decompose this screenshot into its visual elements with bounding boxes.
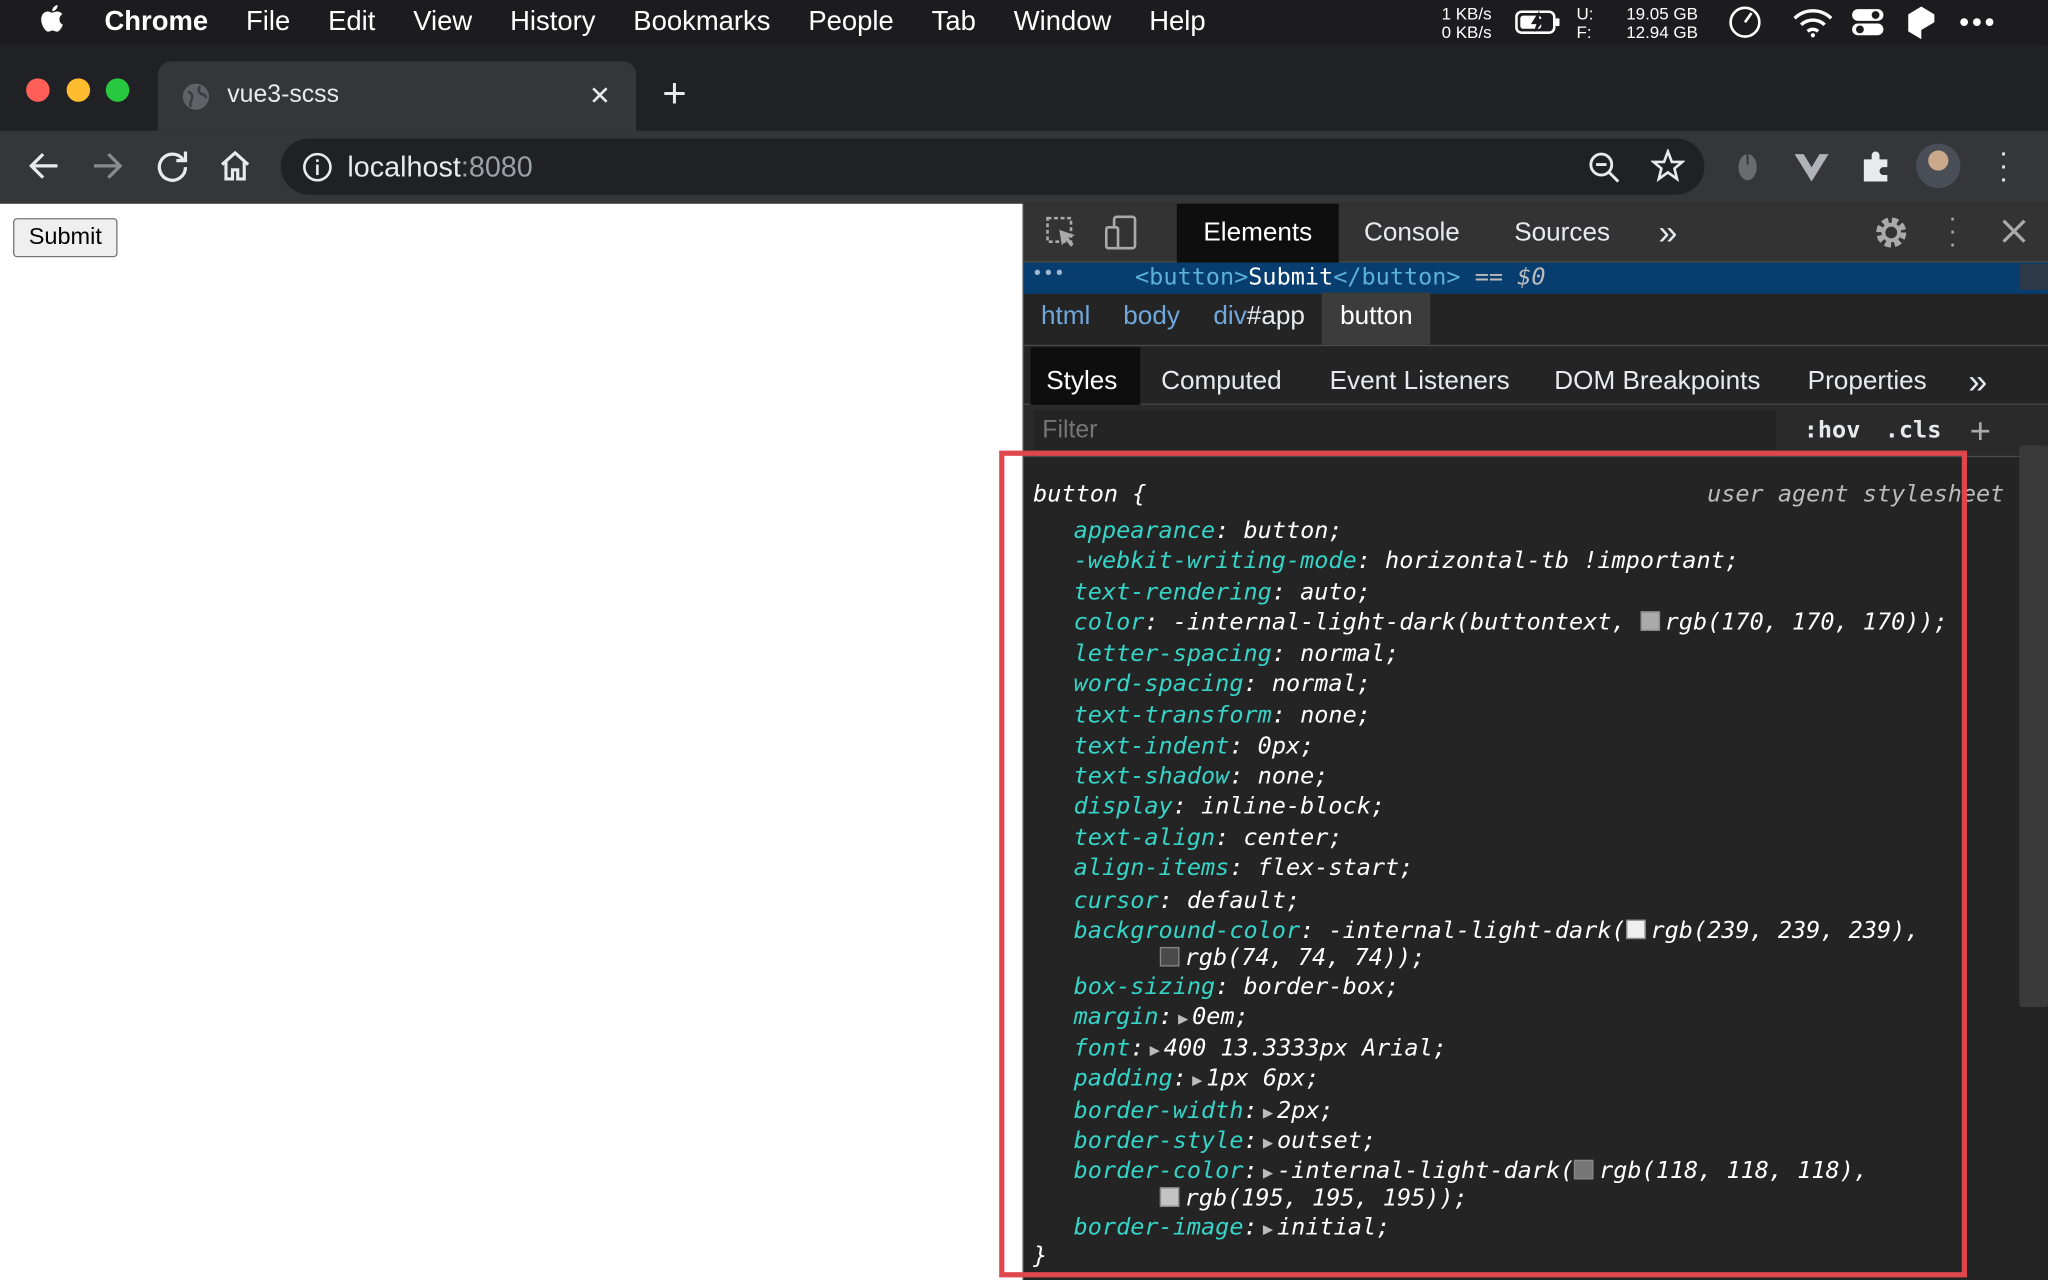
node-open-tag: <button> [1135, 263, 1249, 292]
tab-computed[interactable]: Computed [1161, 355, 1282, 407]
disk-labels: U: F: [1576, 5, 1600, 42]
new-tab-button[interactable]: + [662, 69, 686, 117]
node-text: Submit [1248, 263, 1334, 292]
menu-history[interactable]: History [510, 7, 595, 38]
new-style-rule-icon[interactable]: + [1970, 410, 1991, 452]
chrome-menu-icon[interactable]: · · · [1991, 138, 2017, 193]
breadcrumb-body[interactable]: body [1123, 300, 1180, 331]
breadcrumb-div-tag: div [1213, 301, 1247, 331]
net-down: 0 KB/s [1441, 22, 1492, 42]
breadcrumb-div[interactable]: div#app [1213, 300, 1305, 331]
disk-u-label: U: [1576, 3, 1594, 24]
hov-toggle[interactable]: :hov [1804, 417, 1861, 444]
page-viewport [0, 203, 1023, 1280]
more-menu-icon[interactable]: ••• [1959, 5, 1997, 39]
notes-app-icon[interactable] [1904, 4, 1938, 47]
extension-mouse-icon[interactable] [1732, 149, 1763, 189]
device-toolbar-icon[interactable] [1104, 214, 1141, 257]
menu-window[interactable]: Window [1014, 7, 1112, 38]
devtools-menu-icon[interactable]: · · · [1941, 205, 1965, 257]
menu-file[interactable]: File [246, 7, 290, 38]
url-text: localhost:8080 [347, 150, 532, 184]
breadcrumb-button[interactable]: button [1340, 300, 1413, 331]
battery-icon[interactable] [1515, 9, 1562, 42]
tab-event-listeners[interactable]: Event Listeners [1330, 355, 1510, 407]
bookmark-star-icon[interactable] [1649, 147, 1686, 189]
menu-edit[interactable]: Edit [328, 7, 375, 38]
browser-tab[interactable]: vue3-scss ✕ [158, 61, 637, 131]
wifi-icon[interactable] [1792, 7, 1834, 45]
control-center-icon[interactable] [1849, 7, 1886, 45]
tab-elements[interactable]: Elements [1177, 204, 1339, 263]
highlight-box [999, 450, 1968, 1278]
menu-view[interactable]: View [413, 7, 472, 38]
globe-icon [182, 82, 211, 119]
dom-scrollbar[interactable] [2019, 263, 2048, 290]
tab-close-icon[interactable]: ✕ [589, 80, 611, 113]
tab-console[interactable]: Console [1351, 204, 1474, 263]
selected-dom-node[interactable]: ••• <button>Submit</button> == $0 [1023, 262, 2048, 294]
menu-tab[interactable]: Tab [932, 7, 976, 38]
disk-u-value: 19.05 GB [1626, 3, 1698, 24]
node-dots[interactable]: ••• [1032, 259, 1065, 290]
inspect-element-icon[interactable] [1045, 216, 1079, 256]
url-port: :8080 [460, 150, 533, 183]
back-icon[interactable] [26, 149, 63, 189]
zoom-icon[interactable] [1587, 150, 1621, 190]
menu-bookmarks[interactable]: Bookmarks [633, 7, 770, 38]
menu-help[interactable]: Help [1149, 7, 1205, 38]
profile-avatar[interactable] [1916, 143, 1961, 189]
more-panel-tabs-icon[interactable]: » [1968, 355, 1987, 407]
tab-title: vue3-scss [227, 80, 339, 109]
clock-icon[interactable] [1727, 5, 1764, 45]
vue-devtools-icon[interactable] [1793, 152, 1830, 190]
menu-people[interactable]: People [808, 7, 893, 38]
close-devtools-icon[interactable] [1998, 216, 2029, 254]
forward-icon[interactable] [89, 149, 126, 189]
node-close-tag: </button> [1333, 263, 1461, 292]
settings-gear-icon[interactable] [1873, 214, 1910, 257]
breadcrumb-div-id: #app [1246, 301, 1305, 331]
submit-button[interactable]: Submit [13, 218, 118, 258]
more-tabs-icon[interactable]: » [1648, 204, 1687, 263]
net-up: 1 KB/s [1441, 3, 1492, 24]
extensions-puzzle-icon[interactable] [1859, 148, 1896, 191]
minimize-window-button[interactable] [66, 78, 91, 102]
styles-filter-input[interactable] [1034, 410, 1777, 452]
site-info-icon[interactable] [302, 152, 333, 190]
maximize-window-button[interactable] [105, 78, 130, 102]
disk-usage: 19.05 GB 12.94 GB [1607, 5, 1698, 42]
menu-app-name[interactable]: Chrome [104, 7, 208, 38]
tab-styles[interactable]: Styles [1046, 355, 1117, 407]
tab-dom-breakpoints[interactable]: DOM Breakpoints [1554, 355, 1760, 407]
address-bar[interactable]: localhost:8080 [280, 138, 1705, 195]
network-speed: 1 KB/s 0 KB/s [1418, 3, 1492, 42]
reload-icon[interactable] [154, 148, 191, 191]
home-icon[interactable] [217, 148, 254, 191]
cls-toggle[interactable]: .cls [1885, 417, 1942, 444]
disk-f-label: F: [1576, 22, 1592, 42]
breadcrumb-html[interactable]: html [1041, 300, 1090, 331]
tab-properties[interactable]: Properties [1808, 355, 1927, 407]
apple-icon[interactable] [39, 2, 68, 42]
close-window-button[interactable] [26, 78, 50, 102]
url-host: localhost [347, 150, 461, 183]
node-suffix: == $0 [1474, 263, 1546, 292]
disk-f-value: 12.94 GB [1626, 22, 1698, 42]
styles-scrollbar[interactable] [2019, 445, 2048, 1008]
tab-sources[interactable]: Sources [1497, 204, 1628, 263]
devtools-top-bar: Elements Console Sources » · · · [1023, 203, 2048, 263]
